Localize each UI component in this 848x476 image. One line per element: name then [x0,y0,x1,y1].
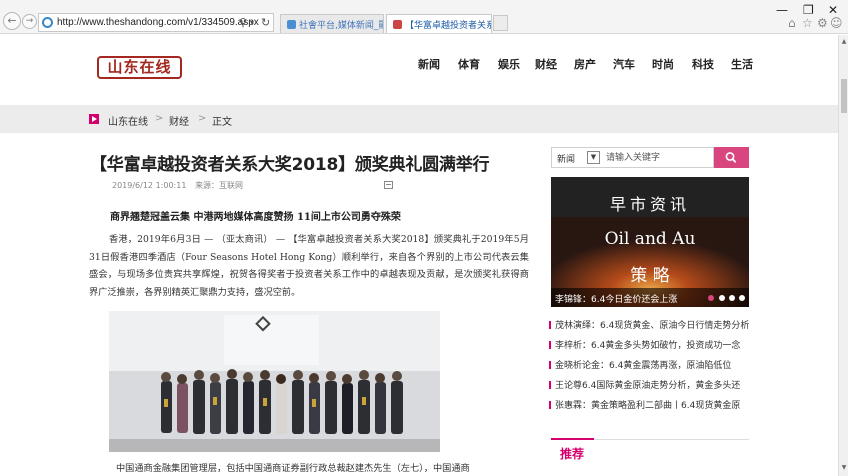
breadcrumb-arrow-icon [89,114,99,124]
site-logo[interactable]: 山东在线 [97,56,182,79]
list-item[interactable]: 茂林演绎：6.4现货黄金、原油今日行情走势分析 [549,318,749,332]
scroll-thumb[interactable] [841,79,847,113]
list-item-title[interactable]: 茂林演绎：6.4现货黄金、原油今日行情走势分析 [555,321,749,331]
scroll-down-icon[interactable]: ▼ [840,463,848,473]
tab-active[interactable]: 【华富卓越投资者关系大奖... [386,14,492,33]
home-icon[interactable]: ⌂ [788,16,796,30]
tab-favicon-icon [393,20,402,29]
list-item[interactable]: 王论尊6.4国际黄金原油走势分析，黄金多头还 [549,378,749,392]
list-item-title[interactable]: 李梓析：6.4黄金多头势如破竹，投资成功一念 [555,341,740,351]
list-item[interactable]: 李梓析：6.4黄金多头势如破竹，投资成功一念 [549,338,749,352]
carousel-dot[interactable] [708,295,714,301]
promo-subheading: Oil and Au [604,229,696,249]
site-favicon-icon [42,17,53,28]
nav-item-tech[interactable]: 科技 [692,56,714,72]
chevron-down-icon[interactable]: ▼ [587,151,600,164]
search-input[interactable] [606,150,710,165]
favorites-star-icon[interactable]: ☆ [802,16,813,30]
nav-item-entertainment[interactable]: 娱乐 [498,56,520,72]
award-ceremony-photo [109,311,440,452]
search-button[interactable] [714,147,749,168]
breadcrumb-current: 正文 [212,117,232,128]
bullet-icon [549,401,551,409]
search-icon [725,152,737,163]
article-source: 来源：互联网 [194,181,243,190]
tab-label: 【华富卓越投资者关系大奖... [405,21,491,31]
promo-banner[interactable]: 早市资讯 Oil and Au 策 略 李锦锋：6.4今日金价还会上涨 [551,177,749,307]
breadcrumb-home[interactable]: 山东在线 [108,113,148,128]
article-paragraph: 香港，2019年6月3日 — （亚太商讯） — 【华富卓越投资者关系大奖2018… [89,234,529,298]
breadcrumb-finance[interactable]: 财经 [169,113,189,128]
promo-caption-text[interactable]: 李锦锋：6.4今日金价还会上涨 [555,292,677,305]
article-meta: 2019/6/12 1:00:11 来源：互联网 [112,180,249,191]
bullet-icon [549,381,551,389]
new-tab-button[interactable] [493,15,508,31]
bullet-icon [549,341,551,349]
dropdown-icon[interactable]: ▾ [250,18,254,27]
forward-icon[interactable]: → [22,14,37,29]
list-item-title[interactable]: 王论尊6.4国际黄金原油走势分析，黄金多头还 [555,381,740,391]
article-paragraph: 中国通商金融集团管理层，包括中国通商证券副行政总裁赵建杰先生（左七），中国通商 [116,463,470,474]
nav-item-realestate[interactable]: 房产 [574,56,596,72]
close-button[interactable]: ✕ [828,3,838,17]
bullet-icon [549,321,551,329]
minimize-button[interactable]: — [776,3,788,17]
carousel-dot[interactable] [739,295,745,301]
promo-heading: 早市资讯 [609,195,690,214]
nav-item-news[interactable]: 新闻 [418,56,440,72]
carousel-dot[interactable] [719,295,725,301]
search-scope-select[interactable]: 新闻 [557,152,575,165]
print-icon[interactable] [384,181,393,189]
breadcrumb: 山东在线 > 财经 > 正文 [0,105,838,133]
nav-item-life[interactable]: 生活 [731,56,753,72]
address-bar[interactable]: http://www.theshandong.com/v1/334509.asp… [38,13,274,32]
breadcrumb-separator: > [155,113,164,124]
maximize-button[interactable]: ❐ [803,3,814,17]
list-item-title[interactable]: 金晓析论金：6.4黄金震荡再涨，原油陷低位 [555,361,731,371]
scroll-up-icon[interactable]: ▲ [840,37,848,47]
bullet-icon [549,361,551,369]
breadcrumb-separator: > [198,113,207,124]
article-title: 【华富卓越投资者关系大奖2018】颁奖典礼圆满举行 [90,155,490,175]
search-form: 新闻 ▼ [551,147,714,168]
list-item[interactable]: 张惠霖：黄金策略盈利二部曲丨6.4现货黄金原 [549,398,749,412]
address-url[interactable]: http://www.theshandong.com/v1/334509.asp… [57,17,259,28]
nav-item-finance[interactable]: 财经 [535,56,557,72]
smiley-icon[interactable]: ☺ [830,16,843,30]
list-item-title[interactable]: 张惠霖：黄金策略盈利二部曲丨6.4现货黄金原 [555,401,740,411]
recommend-heading[interactable]: 推荐 [560,445,584,462]
refresh-icon[interactable]: ↻ [261,16,270,29]
back-icon[interactable]: ← [3,12,21,30]
recommend-tab-indicator [551,438,594,440]
nav-item-auto[interactable]: 汽车 [613,56,635,72]
tab-label: 社會平台,媒体新闻_融合新闻... [299,21,383,31]
tab-inactive[interactable]: 社會平台,媒体新闻_融合新闻... [280,14,384,33]
browser-chrome: ← → http://www.theshandong.com/v1/334509… [0,0,848,34]
tab-favicon-icon [287,20,296,29]
nav-item-sports[interactable]: 体育 [458,56,480,72]
search-icon[interactable]: ⚲ [239,16,247,29]
article-subtitle: 商界翘楚冠盖云集 中港两地媒体高度赞扬 11间上市公司勇夺殊荣 [110,212,401,223]
settings-gear-icon[interactable]: ⚙ [817,16,828,30]
vertical-scrollbar[interactable]: ▲ ▼ [838,35,848,476]
list-item[interactable]: 金晓析论金：6.4黄金震荡再涨，原油陷低位 [549,358,749,372]
promo-tagline: 策 略 [630,266,670,286]
article-photo [109,311,440,452]
article-datetime: 2019/6/12 1:00:11 [112,181,187,190]
carousel-dot[interactable] [729,295,735,301]
nav-item-fashion[interactable]: 时尚 [652,56,674,72]
